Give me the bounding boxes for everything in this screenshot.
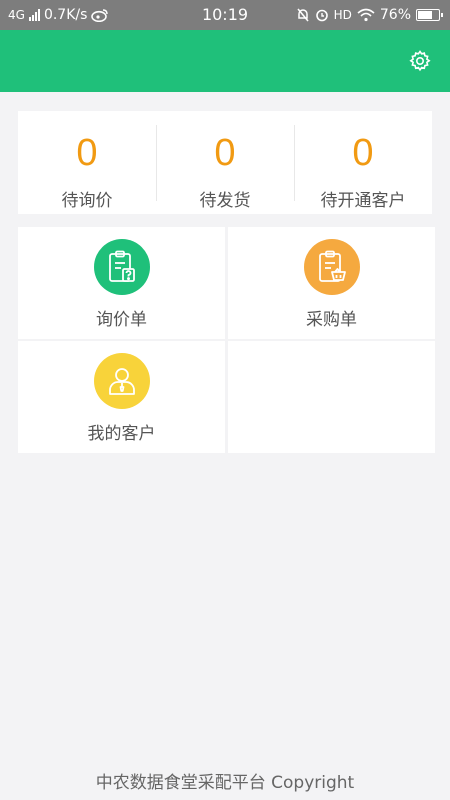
battery-percent: 76% bbox=[379, 7, 411, 23]
menu-item-label: 我的客户 bbox=[87, 424, 156, 444]
menu-item-my-customers[interactable]: 我的客户 bbox=[18, 341, 225, 453]
stat-value: 0 bbox=[76, 132, 98, 174]
menu-item-empty bbox=[228, 341, 435, 453]
wifi-icon bbox=[357, 8, 375, 22]
hd-indicator: HD bbox=[333, 8, 352, 22]
stat-value: 0 bbox=[352, 132, 374, 174]
menu-grid: 询价单 采购单 我的客户 bbox=[18, 227, 435, 453]
battery-icon bbox=[416, 9, 443, 21]
menu-item-label: 询价单 bbox=[96, 310, 147, 330]
stat-pending-shipment[interactable]: 0 待发货 bbox=[156, 111, 294, 214]
purchase-icon-badge bbox=[303, 239, 360, 295]
menu-item-inquiry[interactable]: 询价单 bbox=[18, 227, 225, 339]
status-bar: 4G 0.7K/s 10:19 HD 76% bbox=[0, 0, 450, 30]
stat-pending-customer[interactable]: 0 待开通客户 bbox=[294, 111, 432, 214]
bell-muted-icon bbox=[297, 8, 309, 22]
inquiry-icon-badge bbox=[93, 239, 150, 295]
stat-value: 0 bbox=[214, 132, 236, 174]
footer-copyright: 中农数据食堂采配平台 Copyright bbox=[95, 773, 355, 793]
stat-label: 待询价 bbox=[61, 191, 113, 211]
stat-label: 待发货 bbox=[199, 191, 251, 211]
app-header bbox=[0, 30, 450, 92]
user-icon bbox=[108, 368, 135, 395]
menu-item-label: 采购单 bbox=[306, 310, 357, 330]
clipboard-basket-icon bbox=[318, 250, 346, 282]
menu-item-purchase-order[interactable]: 采购单 bbox=[228, 227, 435, 339]
customers-icon-badge bbox=[93, 353, 150, 409]
stat-label: 待开通客户 bbox=[320, 191, 406, 211]
clipboard-question-icon bbox=[108, 250, 135, 282]
stat-pending-inquiry[interactable]: 0 待询价 bbox=[18, 111, 156, 214]
stats-card: 0 待询价 0 待发货 0 待开通客户 bbox=[18, 111, 432, 214]
gear-icon[interactable] bbox=[408, 49, 432, 73]
alarm-icon bbox=[315, 9, 328, 22]
status-bar-right: HD 76% bbox=[296, 7, 443, 23]
